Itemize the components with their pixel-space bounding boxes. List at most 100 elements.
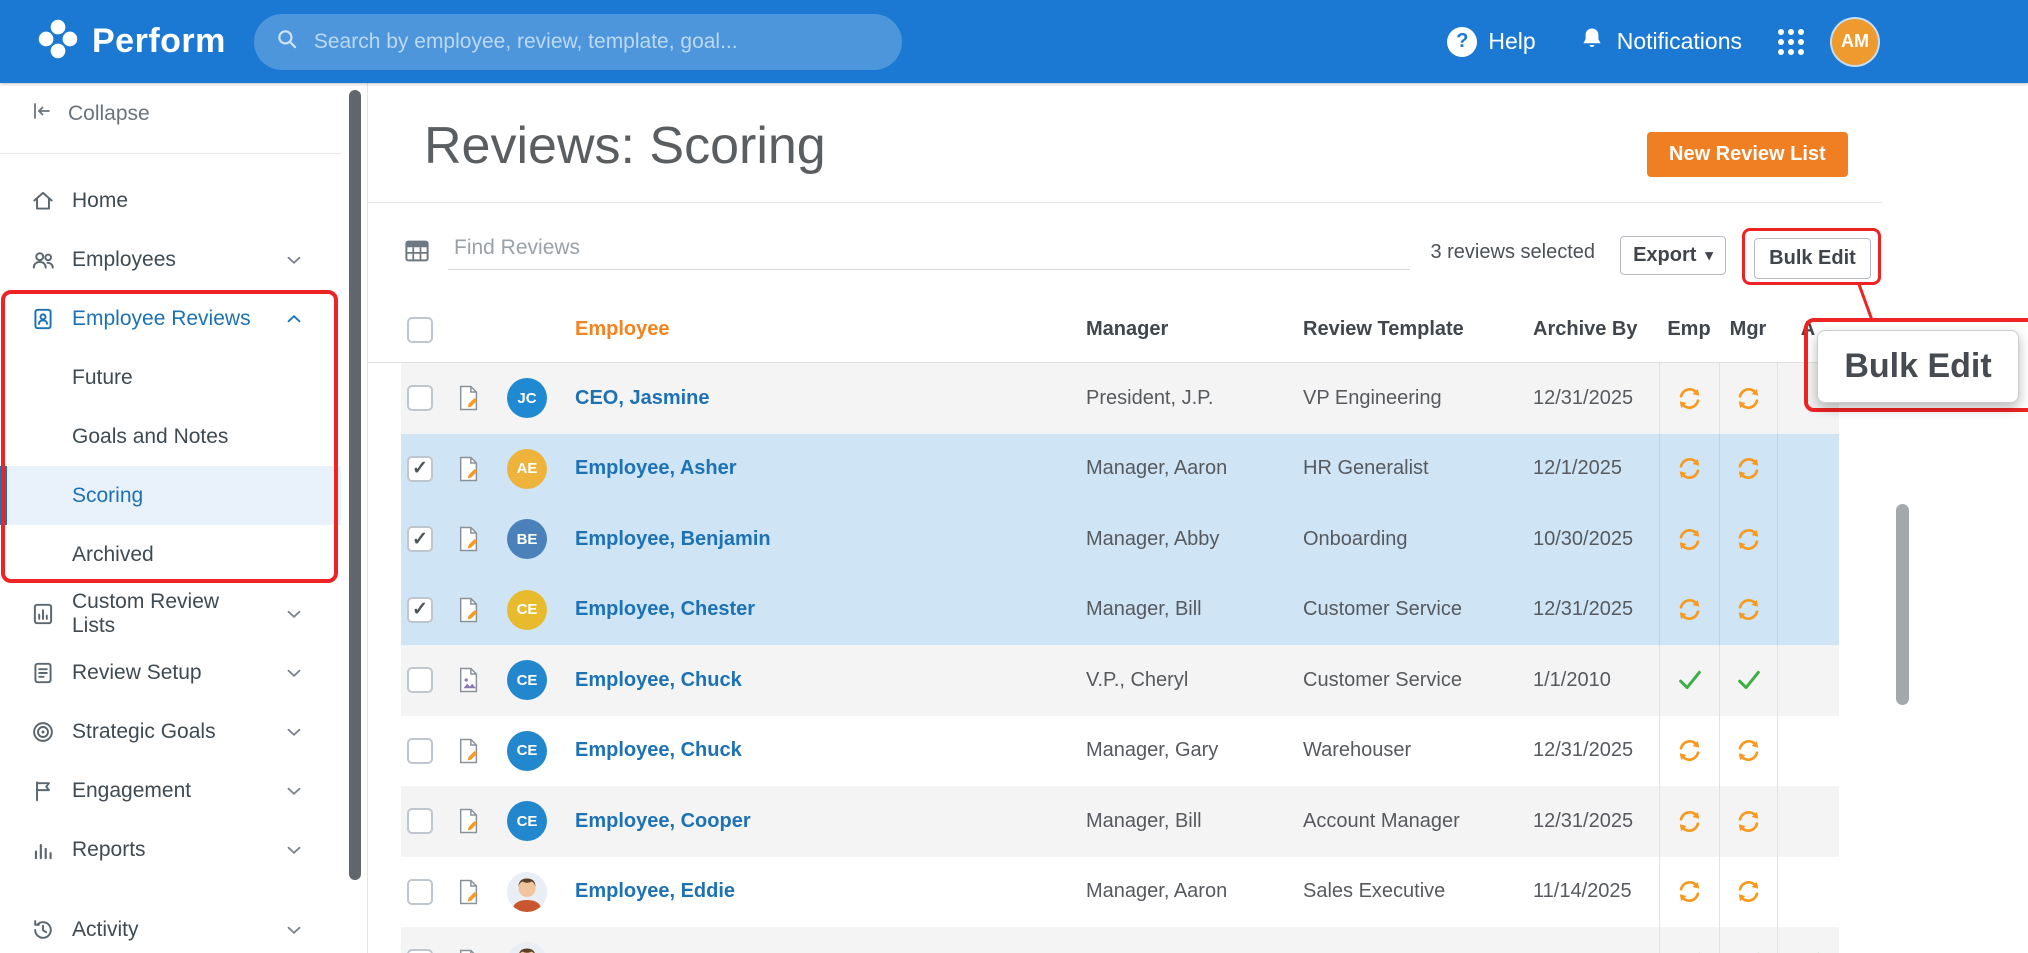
user-avatar[interactable]: AM xyxy=(1832,18,1878,65)
table-row[interactable]: CE Employee, Chuck V.P., Cheryl Customer… xyxy=(401,645,1839,716)
review-document-edit-icon[interactable] xyxy=(457,737,481,765)
sidebar-item-strategic-goals[interactable]: Strategic Goals xyxy=(0,702,341,761)
bulk-edit-button[interactable]: Bulk Edit xyxy=(1754,238,1871,279)
in-progress-sync-icon xyxy=(1735,385,1762,412)
column-header-review-template[interactable]: Review Template xyxy=(1303,297,1533,362)
column-header-mgr[interactable]: Mgr xyxy=(1719,297,1777,362)
spreadsheet-icon xyxy=(402,236,432,266)
employee-link[interactable]: Employee, Cooper xyxy=(575,810,751,833)
in-progress-sync-icon xyxy=(1676,808,1703,835)
sidebar-scrollbar[interactable] xyxy=(349,90,361,880)
sub-item-label: Archived xyxy=(72,542,154,566)
employees-icon xyxy=(30,247,56,273)
review-template-cell: Customer Service xyxy=(1303,598,1462,621)
main-scrollbar[interactable] xyxy=(1896,504,1909,705)
manager-cell: Manager, Aaron xyxy=(1086,927,1303,953)
archive-by-cell: 12/31/2025 xyxy=(1533,809,1634,832)
employee-link[interactable]: Employee, Chuck xyxy=(575,739,742,762)
sidebar-item-reports[interactable]: Reports xyxy=(0,820,341,879)
sidebar-item-goals-and-notes[interactable]: Goals and Notes xyxy=(0,407,341,466)
row-checkbox[interactable] xyxy=(407,526,433,553)
review-document-edit-icon[interactable] xyxy=(457,596,481,624)
collapse-button[interactable]: Collapse xyxy=(0,85,341,143)
review-document-edit-icon[interactable] xyxy=(457,525,481,553)
row-checkbox[interactable] xyxy=(407,385,433,412)
select-all-checkbox[interactable] xyxy=(407,316,433,343)
sidebar-item-employee-reviews[interactable]: Employee Reviews xyxy=(0,289,341,348)
column-header-employee[interactable]: Employee xyxy=(561,297,1086,362)
apps-grid-icon[interactable] xyxy=(1778,28,1804,55)
row-checkbox[interactable] xyxy=(407,949,433,953)
sidebar-item-home[interactable]: Home xyxy=(0,171,341,230)
help-icon: ? xyxy=(1447,26,1478,57)
table-row[interactable]: AE Employee, Asher Manager, Aaron HR Gen… xyxy=(401,433,1839,504)
notifications-button[interactable]: Notifications xyxy=(1578,25,1742,58)
sidebar-item-engagement[interactable]: Engagement xyxy=(0,761,341,820)
row-checkbox[interactable] xyxy=(407,808,433,835)
row-checkbox[interactable] xyxy=(407,667,433,694)
avatar: CE xyxy=(507,660,547,701)
employee-link[interactable]: Employee, Benjamin xyxy=(575,528,771,551)
help-button[interactable]: ? Help xyxy=(1447,26,1536,57)
global-search-input[interactable] xyxy=(313,29,882,54)
archive-by-cell: 12/31/2025 xyxy=(1533,739,1634,762)
employee-link[interactable]: Employee, Asher xyxy=(575,457,737,480)
row-checkbox[interactable] xyxy=(407,878,433,905)
review-document-edit-icon[interactable] xyxy=(457,455,481,483)
review-document-edit-icon[interactable] xyxy=(457,384,481,412)
review-template-cell: Warehouser xyxy=(1303,739,1412,762)
sidebar-item-custom-review-lists[interactable]: Custom Review Lists xyxy=(0,584,341,643)
table-row[interactable]: CE Employee, Chuck Manager, Gary Warehou… xyxy=(401,715,1839,786)
export-button[interactable]: Export ▾ xyxy=(1620,236,1726,275)
row-checkbox[interactable] xyxy=(407,737,433,764)
a-status-cell xyxy=(1777,786,1839,857)
row-checkbox[interactable] xyxy=(407,455,433,482)
employee-link[interactable]: CEO, Jasmine xyxy=(575,387,710,410)
new-review-list-button[interactable]: New Review List xyxy=(1647,132,1848,177)
sidebar-item-archived[interactable]: Archived xyxy=(0,525,341,584)
sidebar-item-label: Employee Reviews xyxy=(72,306,251,330)
review-document-edit-icon[interactable] xyxy=(457,878,481,906)
sidebar: Collapse Home Employees Employee Reviews… xyxy=(0,83,368,953)
table-row[interactable]: JC CEO, Jasmine President, J.P. VP Engin… xyxy=(401,363,1839,434)
employee-reviews-icon xyxy=(30,306,56,332)
employee-link[interactable]: Employee, Eddie xyxy=(575,880,735,903)
chevron-down-icon xyxy=(283,249,305,271)
strategic-goals-icon xyxy=(30,719,56,745)
table-row[interactable]: Employee, Eddie Manager, Aaron Sales Exe… xyxy=(401,856,1839,927)
table-row[interactable]: BE Employee, Benjamin Manager, Abby Onbo… xyxy=(401,504,1839,575)
table-row[interactable]: Employee, Eddie Manager, Aaron Customer … xyxy=(401,927,1839,953)
sidebar-item-future[interactable]: Future xyxy=(0,348,341,407)
sidebar-item-review-setup[interactable]: Review Setup xyxy=(0,643,341,702)
find-reviews-input[interactable] xyxy=(448,226,1410,270)
brand-name: Perform xyxy=(92,22,226,60)
column-header-emp[interactable]: Emp xyxy=(1659,297,1719,362)
a-status-cell xyxy=(1777,927,1839,953)
table-row[interactable]: CE Employee, Cooper Manager, Bill Accoun… xyxy=(401,786,1839,857)
review-document-edit-icon[interactable] xyxy=(457,807,481,835)
global-search[interactable] xyxy=(253,13,902,70)
column-header-manager[interactable]: Manager xyxy=(1086,297,1303,362)
review-document-edit-icon[interactable] xyxy=(457,948,481,953)
table-row[interactable]: CE Employee, Chester Manager, Bill Custo… xyxy=(401,574,1839,645)
employee-link[interactable]: Employee, Chuck xyxy=(575,669,742,692)
avatar: CE xyxy=(507,801,547,842)
review-document-image-icon[interactable] xyxy=(457,666,481,694)
manager-cell: V.P., Cheryl xyxy=(1086,668,1189,691)
perform-logo-icon xyxy=(36,17,80,66)
chevron-down-icon xyxy=(283,662,305,684)
sidebar-item-activity[interactable]: Activity xyxy=(0,900,341,953)
chevron-down-icon xyxy=(283,603,305,625)
in-progress-sync-icon xyxy=(1676,385,1703,412)
header-divider xyxy=(368,202,1882,203)
complete-check-icon xyxy=(1735,666,1763,694)
search-icon xyxy=(274,26,300,57)
sidebar-item-scoring[interactable]: Scoring xyxy=(0,466,341,525)
row-checkbox[interactable] xyxy=(407,596,433,623)
brand[interactable]: Perform xyxy=(36,17,226,66)
sidebar-item-employees[interactable]: Employees xyxy=(0,230,341,289)
employee-link[interactable]: Employee, Chester xyxy=(575,598,755,621)
a-status-cell xyxy=(1777,504,1839,575)
column-header-archive-by[interactable]: Archive By xyxy=(1533,297,1659,362)
mgr-status-cell xyxy=(1719,786,1777,857)
